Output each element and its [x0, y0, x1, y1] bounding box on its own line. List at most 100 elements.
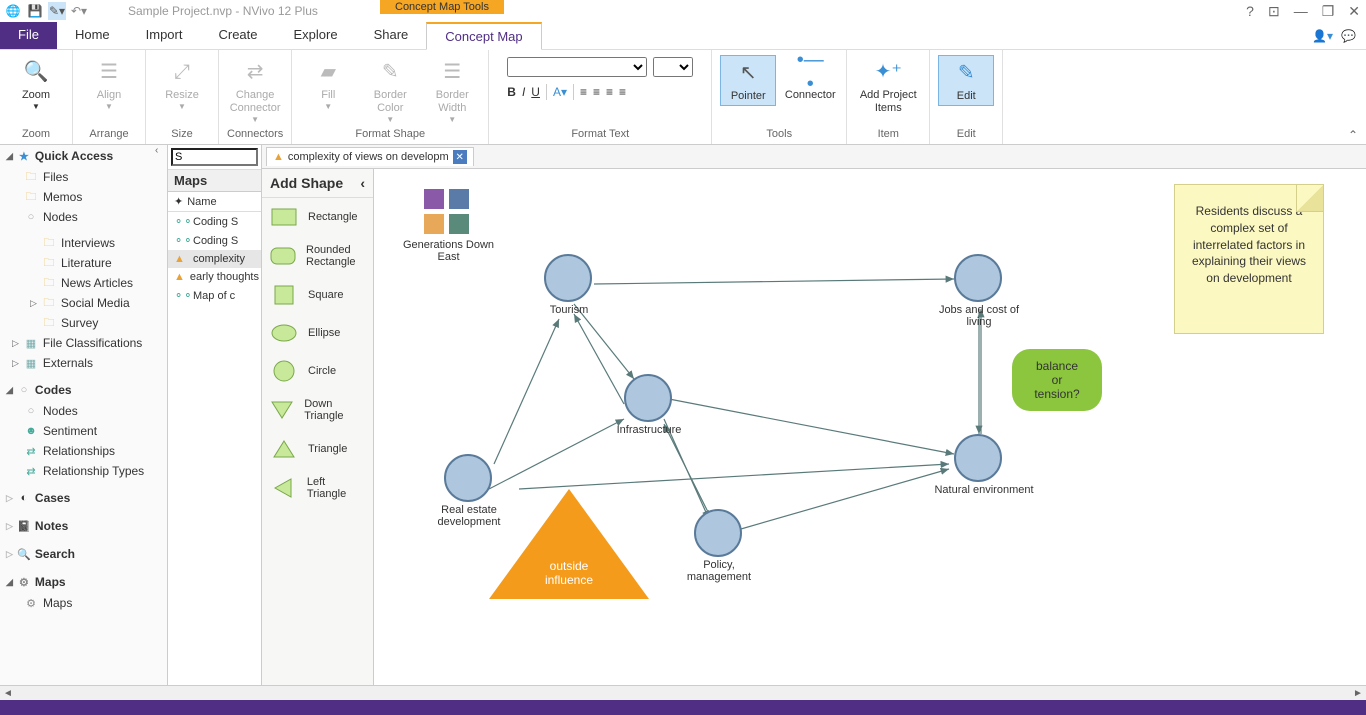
change-connector-button[interactable]: ⇄Change Connector ▼ — [227, 55, 283, 127]
scroll-right-icon[interactable]: ► — [1350, 688, 1366, 699]
nav-news[interactable]: 🗀News Articles — [0, 273, 167, 293]
help-icon[interactable]: ? — [1246, 3, 1254, 20]
node-policy[interactable] — [694, 509, 742, 557]
tab-import[interactable]: Import — [128, 22, 201, 49]
nav-literature[interactable]: 🗀Literature — [0, 253, 167, 273]
shape-rectangle[interactable]: Rectangle — [262, 198, 373, 236]
nav-quick-access[interactable]: ◢★Quick Access — [0, 145, 167, 167]
listpane-col-name[interactable]: ✦Name — [168, 192, 261, 212]
shape-down-triangle[interactable]: Down Triangle — [262, 390, 373, 430]
fill-button[interactable]: ▰Fill▼ — [300, 55, 356, 114]
shape-ellipse[interactable]: Ellipse — [262, 314, 373, 352]
align-center-button[interactable]: ≡ — [593, 85, 600, 99]
font-family-select[interactable] — [507, 57, 647, 77]
nav-survey[interactable]: 🗀Survey — [0, 313, 167, 333]
border-width-button[interactable]: ☰Border Width ▼ — [424, 55, 480, 127]
file-menu[interactable]: File — [0, 22, 57, 49]
nav-cases[interactable]: ▷◐Cases — [0, 487, 167, 509]
node-jobs[interactable] — [954, 254, 1002, 302]
node-jobs-label: Jobs and cost of living — [929, 304, 1029, 328]
border-color-button[interactable]: ✎Border Color ▼ — [362, 55, 418, 127]
nav-codes[interactable]: ◢○Codes — [0, 379, 167, 401]
document-tab[interactable]: ▲ complexity of views on developm ✕ — [266, 147, 474, 166]
list-item[interactable]: ▲early thoughts — [168, 268, 261, 286]
triangle-label: outside influence — [539, 559, 599, 587]
underline-button[interactable]: U — [531, 85, 540, 99]
maximize-icon[interactable]: ❐ — [1322, 3, 1335, 20]
shape-left-triangle[interactable]: Left Triangle — [262, 468, 373, 508]
qat-globe-icon[interactable]: 🌐 — [4, 2, 22, 20]
align-button[interactable]: ☰Align▼ — [81, 55, 137, 114]
nav-files[interactable]: 🗀Files — [0, 167, 167, 187]
tab-create[interactable]: Create — [200, 22, 275, 49]
nav-reltypes[interactable]: ⇄Relationship Types — [0, 461, 167, 481]
qat-save-icon[interactable]: 💾 — [26, 2, 44, 20]
nav-externals[interactable]: ▷▦Externals — [0, 353, 167, 373]
shapes-collapse-icon[interactable]: ‹ — [360, 175, 365, 191]
align-justify-button[interactable]: ≡ — [619, 85, 626, 99]
tab-share[interactable]: Share — [356, 22, 427, 49]
font-color-button[interactable]: A▾ — [553, 85, 567, 99]
tab-close-icon[interactable]: ✕ — [453, 150, 467, 164]
scrollbar-track[interactable] — [16, 687, 1350, 699]
format-shape-group-label: Format Shape — [355, 128, 425, 142]
node-realestate[interactable] — [444, 454, 492, 502]
align-icon: ☰ — [94, 57, 124, 87]
nav-notes[interactable]: ▷📓Notes — [0, 515, 167, 537]
sticky-note[interactable]: Residents discuss a complex set of inter… — [1174, 184, 1324, 334]
nav-search[interactable]: ▷🔍Search — [0, 543, 167, 565]
nav-codes-nodes[interactable]: ○Nodes — [0, 401, 167, 421]
tab-concept-map[interactable]: Concept Map — [426, 22, 541, 50]
tab-explore[interactable]: Explore — [276, 22, 356, 49]
nav-nodes[interactable]: ○Nodes — [0, 207, 167, 227]
bold-button[interactable]: B — [507, 85, 516, 99]
list-item[interactable]: ⚬⚬Map of c — [168, 286, 261, 305]
close-icon[interactable]: ✕ — [1348, 3, 1360, 20]
node-infra[interactable] — [624, 374, 672, 422]
nav-collapse-icon[interactable]: ‹ — [155, 145, 167, 157]
nav-interviews[interactable]: 🗀Interviews — [0, 233, 167, 253]
memo-icon: 🗀 — [24, 190, 38, 204]
list-item-selected[interactable]: ▲complexity — [168, 250, 261, 268]
nav-file-class[interactable]: ▷▦File Classifications — [0, 333, 167, 353]
resize-button[interactable]: ⤢Resize▼ — [154, 55, 210, 114]
comment-icon[interactable]: 💬 — [1341, 29, 1356, 43]
list-item[interactable]: ⚬⚬Coding S — [168, 231, 261, 250]
align-left-button[interactable]: ≡ — [580, 85, 587, 99]
list-item[interactable]: ⚬⚬Coding S — [168, 212, 261, 231]
scroll-left-icon[interactable]: ◄ — [0, 688, 16, 699]
window-mode-icon[interactable]: ⊡ — [1268, 3, 1280, 20]
nav-memos[interactable]: 🗀Memos — [0, 187, 167, 207]
shape-square[interactable]: Square — [262, 276, 373, 314]
nav-relationships[interactable]: ⇄Relationships — [0, 441, 167, 461]
zoom-button[interactable]: 🔍Zoom▼ — [8, 55, 64, 114]
ribbon-collapse-icon[interactable]: ⌃ — [1348, 128, 1358, 142]
edit-button[interactable]: ✎Edit — [938, 55, 994, 106]
tab-home[interactable]: Home — [57, 22, 128, 49]
user-icon[interactable]: 👤▾ — [1312, 29, 1333, 43]
node-infra-label: Infrastructure — [609, 424, 689, 436]
qat-undo-icon[interactable]: ↶▾ — [70, 2, 88, 20]
nav-sentiment[interactable]: ☻Sentiment — [0, 421, 167, 441]
font-size-select[interactable] — [653, 57, 693, 77]
pointer-button[interactable]: ↖Pointer — [720, 55, 776, 106]
add-project-items-button[interactable]: ✦⁺Add Project Items — [855, 55, 921, 117]
align-right-button[interactable]: ≡ — [606, 85, 613, 99]
nav-maps-item[interactable]: ⚙Maps — [0, 593, 167, 613]
connector-change-icon: ⇄ — [240, 57, 270, 87]
search-input[interactable] — [171, 148, 258, 166]
bubble-balance[interactable]: balance or tension? — [1012, 349, 1102, 411]
connector-button[interactable]: •—•Connector — [782, 55, 838, 104]
italic-button[interactable]: I — [522, 85, 525, 99]
qat-edit-icon[interactable]: ✎▾ — [48, 2, 66, 20]
shape-circle[interactable]: Circle — [262, 352, 373, 390]
shape-rounded[interactable]: Rounded Rectangle — [262, 236, 373, 276]
node-policy-label: Policy, management — [679, 559, 759, 583]
nav-maps[interactable]: ◢⚙Maps — [0, 571, 167, 593]
node-tourism[interactable] — [544, 254, 592, 302]
nav-social[interactable]: ▷🗀Social Media — [0, 293, 167, 313]
node-env[interactable] — [954, 434, 1002, 482]
shape-triangle[interactable]: Triangle — [262, 430, 373, 468]
search-icon: 🔍 — [17, 547, 31, 561]
minimize-icon[interactable]: — — [1294, 3, 1308, 20]
